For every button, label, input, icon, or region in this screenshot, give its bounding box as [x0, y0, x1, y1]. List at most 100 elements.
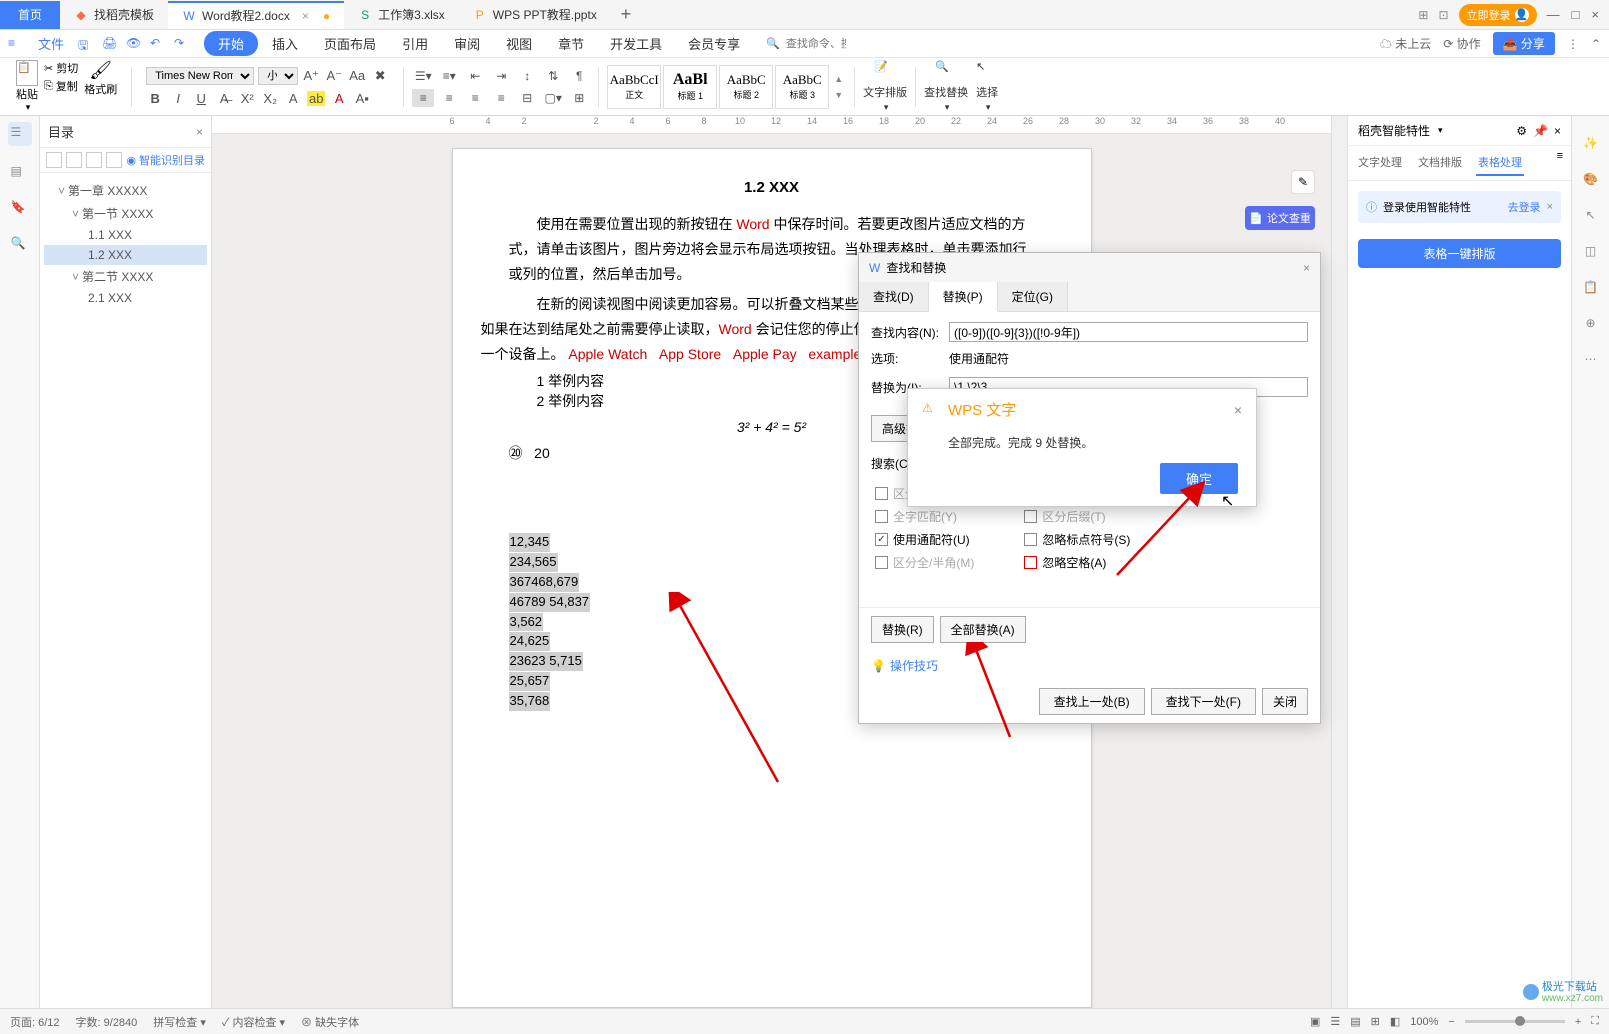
- menu-layout[interactable]: 页面布局: [312, 31, 388, 56]
- menu-review[interactable]: 审阅: [442, 31, 492, 56]
- indent-icon[interactable]: ⇥: [490, 67, 512, 85]
- clear-format-icon[interactable]: ✖: [371, 68, 389, 84]
- font-color-button[interactable]: A: [330, 91, 348, 106]
- spell-check[interactable]: 拼写检查 ▾: [153, 1014, 206, 1030]
- find-prev-button[interactable]: 查找上一处(B): [1039, 688, 1145, 715]
- tab-find[interactable]: 查找(D): [859, 282, 929, 311]
- font-family-select[interactable]: Times New Roman: [146, 67, 254, 85]
- outdent-icon[interactable]: ⇤: [464, 67, 486, 85]
- clipboard-panel-icon[interactable]: 📋: [1583, 280, 1598, 294]
- style-normal[interactable]: AaBbCcI正文: [607, 65, 661, 109]
- missing-font[interactable]: ⊗ 缺失字体: [301, 1014, 359, 1030]
- cloud-status[interactable]: ☁ 未上云: [1380, 35, 1431, 52]
- menu-start[interactable]: 开始: [204, 31, 258, 56]
- style-icon[interactable]: 🎨: [1583, 172, 1598, 186]
- find-next-button[interactable]: 查找下一处(F): [1151, 688, 1256, 715]
- zoom-out-icon[interactable]: −: [1448, 1016, 1454, 1028]
- menu-chapter[interactable]: 章节: [546, 31, 596, 56]
- toc-item[interactable]: 1.1 XXX: [44, 225, 207, 245]
- tab-goto[interactable]: 定位(G): [998, 282, 1068, 311]
- ruler[interactable]: 642246810121416182022242628303234363840: [212, 116, 1331, 134]
- justify-icon[interactable]: ≡: [490, 89, 512, 107]
- menu-dev[interactable]: 开发工具: [598, 31, 674, 56]
- more-icon[interactable]: ⋮: [1567, 37, 1579, 51]
- save-icon[interactable]: 🖫: [78, 36, 94, 52]
- zoom-slider[interactable]: [1465, 1020, 1565, 1023]
- zoom-value[interactable]: 100%: [1410, 1016, 1438, 1028]
- maximize-icon[interactable]: □: [1572, 7, 1580, 22]
- check-punct[interactable]: 忽略标点符号(S): [1024, 531, 1130, 548]
- menu-member[interactable]: 会员专享: [676, 31, 752, 56]
- linespace-icon[interactable]: ↕: [516, 67, 538, 85]
- increase-font-icon[interactable]: A⁺: [302, 68, 320, 84]
- distribute-icon[interactable]: ⊟: [516, 89, 538, 107]
- menu-view[interactable]: 视图: [494, 31, 544, 56]
- replace-button[interactable]: 替换(R): [871, 616, 934, 643]
- more-tools-icon[interactable]: ⋯: [1585, 352, 1597, 366]
- panel-close-icon[interactable]: ×: [1554, 124, 1561, 138]
- check-space[interactable]: 忽略空格(A): [1024, 554, 1130, 571]
- login-button[interactable]: 立即登录👤: [1459, 4, 1537, 26]
- highlight-button[interactable]: ab: [307, 91, 325, 106]
- paper-check-button[interactable]: 📄论文查重: [1245, 206, 1315, 230]
- find-replace-button[interactable]: 🔍 查找替换▾: [924, 60, 968, 113]
- login-link[interactable]: 去登录: [1508, 199, 1541, 215]
- toc-btn2[interactable]: [66, 152, 82, 168]
- font-size-select[interactable]: 小四: [258, 67, 298, 85]
- grid-icon[interactable]: ⊞: [1418, 8, 1428, 22]
- view-mode-icon[interactable]: ⊞: [1371, 1015, 1380, 1028]
- shading-button[interactable]: A▪: [353, 91, 371, 106]
- tab-home[interactable]: 首页: [0, 1, 60, 29]
- view-mode-icon[interactable]: ▤: [1350, 1015, 1360, 1028]
- tips-link[interactable]: 💡操作技巧: [859, 651, 1320, 680]
- assistant-icon[interactable]: ✨: [1583, 136, 1598, 150]
- close-window-icon[interactable]: ×: [1591, 7, 1599, 22]
- ok-button[interactable]: 确定: [1160, 463, 1238, 494]
- toc-btn4[interactable]: [106, 152, 122, 168]
- style-h1[interactable]: AaBl标题 1: [663, 65, 717, 109]
- menu-ref[interactable]: 引用: [390, 31, 440, 56]
- floating-tool[interactable]: ✎: [1291, 170, 1315, 194]
- smart-toc-button[interactable]: ◉智能识别目录: [126, 152, 205, 168]
- close-icon[interactable]: ×: [302, 9, 309, 23]
- panel-close-icon[interactable]: ×: [196, 125, 203, 139]
- sub-button[interactable]: X₂: [261, 91, 279, 106]
- showmarks-icon[interactable]: ¶: [568, 67, 590, 85]
- menu-icon[interactable]: ≡: [8, 36, 24, 52]
- page-status[interactable]: 页面: 6/12: [10, 1014, 60, 1030]
- msgbox-close-icon[interactable]: ×: [1234, 402, 1242, 418]
- scrollbar[interactable]: [1331, 116, 1347, 1008]
- align-center-icon[interactable]: ≡: [438, 89, 460, 107]
- minimize-icon[interactable]: —: [1547, 7, 1560, 22]
- menu-insert[interactable]: 插入: [260, 31, 310, 56]
- content-check[interactable]: ✓ 内容检查 ▾: [222, 1014, 285, 1030]
- select-tool-icon[interactable]: ↖: [1585, 208, 1595, 222]
- style-h3[interactable]: AaBbC标题 3: [775, 65, 829, 109]
- print-icon[interactable]: 🖨: [102, 36, 118, 52]
- text-layout-button[interactable]: 📝 文字排版▾: [863, 60, 907, 113]
- more-icon[interactable]: ≡: [1557, 150, 1563, 176]
- table-format-button[interactable]: 表格一键排版: [1358, 239, 1561, 268]
- close-icon[interactable]: ×: [1547, 201, 1553, 213]
- toc-btn1[interactable]: [46, 152, 62, 168]
- search-panel-icon[interactable]: 🔍: [11, 236, 29, 254]
- copy-button[interactable]: ⎘ 复制: [44, 78, 78, 94]
- tabs-icon[interactable]: ⊞: [568, 89, 590, 107]
- view-mode-icon[interactable]: ☰: [1330, 1015, 1340, 1028]
- layers-icon[interactable]: ◫: [1585, 244, 1596, 258]
- right-tab[interactable]: 表格处理: [1476, 150, 1524, 176]
- toc-btn3[interactable]: [86, 152, 102, 168]
- align-left-icon[interactable]: ≡: [412, 89, 434, 107]
- toc-item[interactable]: ˅第一节 XXXX: [44, 202, 207, 225]
- target-icon[interactable]: ⊕: [1585, 316, 1595, 330]
- outline-icon[interactable]: ☰: [8, 122, 32, 146]
- view-mode-icon[interactable]: ◧: [1390, 1015, 1400, 1028]
- cut-button[interactable]: ✂ 剪切: [44, 60, 78, 76]
- dialog-close-icon[interactable]: ×: [1303, 261, 1310, 275]
- format-painter[interactable]: 🖌 格式刷: [84, 60, 117, 113]
- word-count[interactable]: 字数: 9/2840: [76, 1014, 138, 1030]
- share-button[interactable]: 📤 分享: [1493, 32, 1555, 55]
- redo-icon[interactable]: ↷: [174, 36, 190, 52]
- align-right-icon[interactable]: ≡: [464, 89, 486, 107]
- apps-icon[interactable]: ⊡: [1438, 8, 1448, 22]
